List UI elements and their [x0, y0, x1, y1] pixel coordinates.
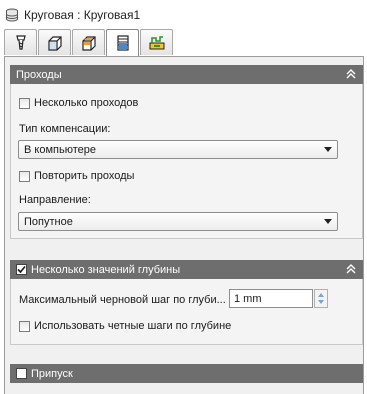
max-step-label: Максимальный черновой шаг по глуби...	[19, 294, 226, 306]
depth-section-header[interactable]: Несколько значений глубины	[10, 260, 363, 279]
depth-header-checkbox[interactable]	[16, 264, 27, 275]
tool-icon	[15, 34, 26, 50]
even-steps-label: Использовать четные шаги по глубине	[34, 320, 232, 332]
depth-section-body: Максимальный черновой шаг по глуби... 1 …	[10, 279, 363, 345]
depth-section-title: Несколько значений глубины	[31, 263, 181, 276]
window-title: Круговая : Круговая1	[24, 7, 141, 22]
tab-passes[interactable]	[106, 29, 139, 56]
even-steps-checkbox[interactable]: Использовать четные шаги по глубине	[19, 320, 231, 332]
collapse-up-icon[interactable]	[345, 263, 357, 275]
direction-dropdown[interactable]: Попутное	[18, 212, 338, 231]
passes-icon	[116, 35, 129, 51]
checkmark-icon	[17, 265, 26, 274]
spin-up-icon[interactable]	[318, 293, 324, 297]
allowance-section-header[interactable]: Припуск	[10, 364, 363, 383]
allowance-section-title: Припуск	[31, 367, 73, 380]
tab-tool[interactable]	[4, 29, 37, 55]
compensation-label: Тип компенсации:	[19, 123, 111, 135]
collapse-up-icon[interactable]	[345, 68, 357, 80]
repeat-passes-label: Повторить проходы	[34, 170, 135, 182]
passes-section-body: Несколько проходов Тип компенсации: В ко…	[10, 84, 363, 239]
stock-icon	[81, 35, 96, 51]
max-step-spinner[interactable]	[314, 289, 328, 308]
dropdown-arrow-icon	[324, 219, 332, 224]
max-step-input[interactable]: 1 mm	[229, 289, 313, 308]
spin-down-icon[interactable]	[318, 300, 324, 304]
multiple-passes-checkbox[interactable]: Несколько проходов	[19, 97, 138, 109]
shape-icon	[47, 35, 62, 51]
checkbox-box[interactable]	[19, 170, 30, 182]
passes-section-header[interactable]: Проходы	[10, 65, 363, 84]
passes-section-title: Проходы	[16, 68, 62, 81]
stack-icon	[6, 8, 18, 21]
linking-icon	[149, 35, 164, 49]
title-bar: Круговая : Круговая1	[0, 0, 367, 29]
direction-value: Попутное	[24, 215, 73, 228]
checkbox-box[interactable]	[19, 320, 30, 332]
compensation-dropdown[interactable]: В компьютере	[18, 140, 338, 159]
multiple-passes-label: Несколько проходов	[34, 97, 139, 109]
dropdown-arrow-icon	[324, 147, 332, 152]
checkbox-box[interactable]	[19, 97, 30, 109]
tab-shape[interactable]	[38, 29, 71, 55]
tab-stock[interactable]	[72, 29, 105, 55]
repeat-passes-checkbox[interactable]: Повторить проходы	[19, 170, 134, 182]
tab-strip	[4, 29, 174, 56]
tab-linking[interactable]	[140, 29, 173, 55]
max-step-value: 1 mm	[234, 292, 262, 305]
properties-panel: Проходы Несколько проходов Тип компенсац…	[4, 56, 364, 394]
allowance-header-checkbox[interactable]	[16, 368, 27, 379]
compensation-value: В компьютере	[24, 143, 96, 156]
direction-label: Направление:	[19, 194, 91, 206]
